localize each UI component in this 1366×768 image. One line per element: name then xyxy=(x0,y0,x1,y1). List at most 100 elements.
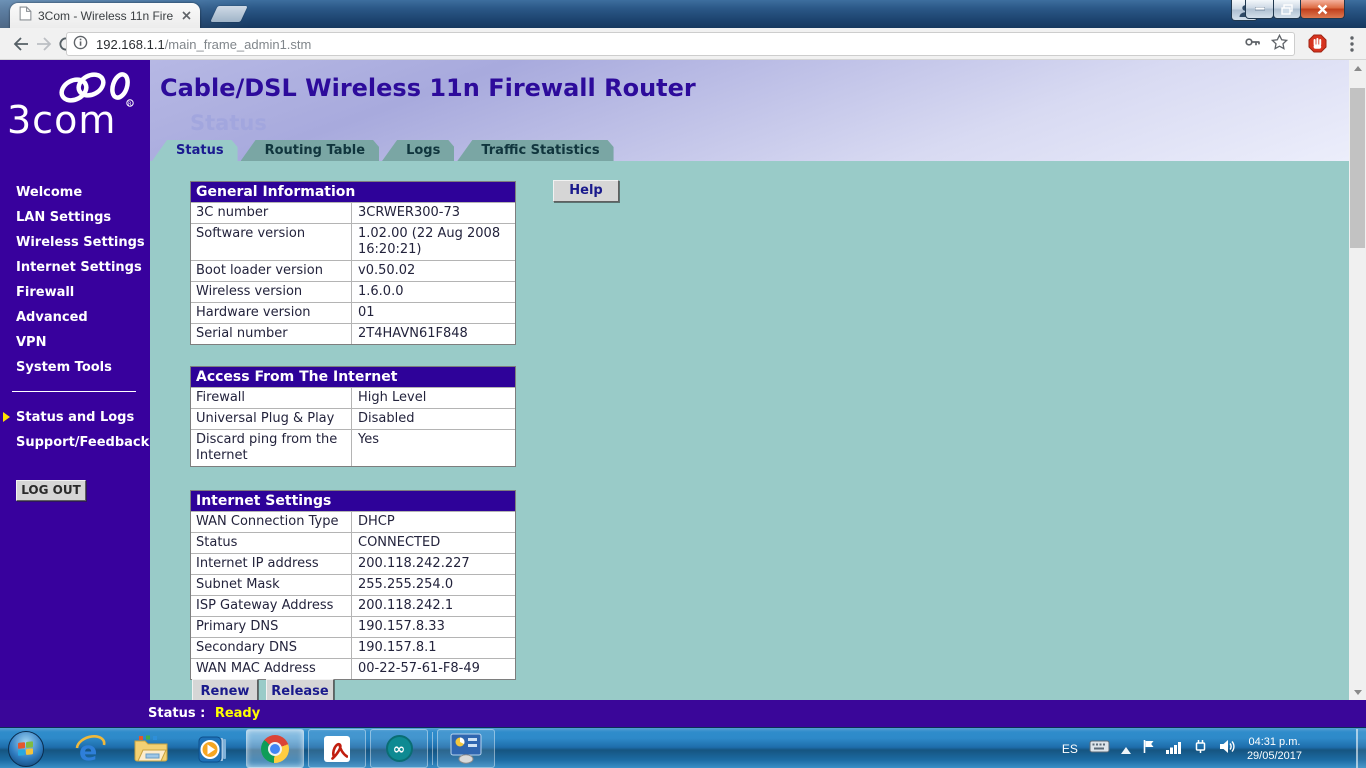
page-header: Cable/DSL Wireless 11n Firewall Router S… xyxy=(150,60,1349,161)
table-row: Internet IP address 200.118.242.227 xyxy=(191,553,515,574)
folder-icon xyxy=(133,734,169,763)
new-tab-button[interactable] xyxy=(210,6,247,22)
sidebar-nav-item[interactable]: Status and Logs xyxy=(16,405,148,430)
release-button[interactable]: Release xyxy=(266,679,334,700)
router-tab[interactable]: Traffic Statistics xyxy=(457,140,613,161)
system-utility-icon xyxy=(449,733,483,764)
table-caption: General Information xyxy=(191,182,515,202)
router-tab[interactable]: Status xyxy=(152,140,238,161)
browser-tab[interactable]: 3Com - Wireless 11n Fire xyxy=(10,3,200,28)
bookmark-star-icon[interactable] xyxy=(1271,34,1288,54)
sidebar-nav-item[interactable]: VPN xyxy=(16,330,148,355)
table-row: Secondary DNS 190.157.8.1 xyxy=(191,637,515,658)
saved-password-key-icon[interactable] xyxy=(1244,34,1261,54)
table-row: Status CONNECTED xyxy=(191,532,515,553)
taskbar-wmp-button[interactable] xyxy=(192,729,232,768)
acrobat-reader-icon xyxy=(324,736,350,762)
row-value: High Level xyxy=(352,388,515,408)
language-indicator[interactable]: ES xyxy=(1062,742,1078,756)
taskbar-clock[interactable]: 04:31 p.m. 29/05/2017 xyxy=(1247,735,1302,763)
row-value: 3CRWER300-73 xyxy=(352,203,515,223)
sidebar-nav-item[interactable]: LAN Settings xyxy=(16,205,148,230)
show-desktop-button[interactable] xyxy=(1356,729,1366,768)
address-bar[interactable]: 192.168.1.1/main_frame_admin1.stm xyxy=(66,32,1295,56)
table-row: Software version 1.02.00 (22 Aug 2008 16… xyxy=(191,223,515,260)
hidden-icons-chevron[interactable] xyxy=(1121,739,1131,758)
taskbar-acrobat-button[interactable] xyxy=(308,729,366,768)
help-button[interactable]: Help xyxy=(553,180,619,202)
window-close-button[interactable] xyxy=(1300,0,1345,19)
clock-time: 04:31 p.m. xyxy=(1247,735,1302,749)
action-center-flag-icon[interactable] xyxy=(1142,739,1155,758)
row-label: WAN MAC Address xyxy=(191,659,352,679)
taskbar-ie-button[interactable]: e xyxy=(70,729,110,768)
sidebar-nav-item[interactable]: Internet Settings xyxy=(16,255,148,280)
sidebar-nav-item[interactable]: Wireless Settings xyxy=(16,230,148,255)
row-value: 190.157.8.33 xyxy=(352,617,515,637)
internet-settings-table: Internet Settings WAN Connection Type DH… xyxy=(190,490,516,680)
row-label: ISP Gateway Address xyxy=(191,596,352,616)
row-label: Firewall xyxy=(191,388,352,408)
svg-text:e: e xyxy=(79,736,97,764)
back-icon[interactable] xyxy=(12,36,30,52)
taskbar-explorer-button[interactable] xyxy=(130,729,172,768)
volume-icon[interactable] xyxy=(1219,739,1236,758)
page-favicon-icon xyxy=(19,6,32,25)
browser-menu-icon[interactable] xyxy=(1350,36,1354,52)
table-row: WAN MAC Address 00-22-57-61-F8-49 xyxy=(191,658,515,679)
sidebar-nav-item[interactable]: Firewall xyxy=(16,280,148,305)
page-title: Cable/DSL Wireless 11n Firewall Router xyxy=(160,74,696,102)
renew-button[interactable]: Renew xyxy=(192,679,258,700)
scroll-up-icon[interactable] xyxy=(1349,60,1366,76)
row-value: Disabled xyxy=(352,409,515,429)
sidebar-nav-item[interactable]: Welcome xyxy=(16,180,148,205)
scrollbar-thumb[interactable] xyxy=(1350,88,1365,248)
page-subtitle: Status xyxy=(190,111,267,135)
svg-text:R: R xyxy=(128,102,132,108)
adblock-extension-icon[interactable] xyxy=(1308,34,1326,50)
table-row: Primary DNS 190.157.8.33 xyxy=(191,616,515,637)
router-tab[interactable]: Routing Table xyxy=(241,140,380,161)
row-label: Primary DNS xyxy=(191,617,352,637)
safely-remove-hardware-icon[interactable] xyxy=(1193,739,1208,758)
row-value: Yes xyxy=(352,430,515,466)
chrome-icon xyxy=(261,735,289,763)
scroll-down-icon[interactable] xyxy=(1349,684,1366,700)
page-info-icon[interactable] xyxy=(73,35,88,54)
logout-button[interactable]: LOG OUT xyxy=(16,480,86,501)
start-button[interactable] xyxy=(8,731,44,767)
window-minimize-button[interactable] xyxy=(1245,0,1274,19)
row-value: 190.157.8.1 xyxy=(352,638,515,658)
table-row: WAN Connection Type DHCP xyxy=(191,511,515,532)
row-value: CONNECTED xyxy=(352,533,515,553)
router-tab[interactable]: Logs xyxy=(382,140,454,161)
screen: 3Com - Wireless 11n Fire xyxy=(0,0,1366,768)
row-label: Status xyxy=(191,533,352,553)
network-signal-icon[interactable] xyxy=(1166,739,1182,758)
sidebar-divider xyxy=(12,391,136,392)
sidebar-nav-item[interactable]: Support/Feedback xyxy=(16,430,148,455)
row-label: Serial number xyxy=(191,324,352,344)
table-caption: Internet Settings xyxy=(191,491,515,511)
table-row: Universal Plug & Play Disabled xyxy=(191,408,515,429)
active-item-arrow-icon xyxy=(3,412,10,422)
keyboard-icon[interactable] xyxy=(1089,739,1110,758)
sidebar-nav-item[interactable]: Advanced xyxy=(16,305,148,330)
sidebar-nav-item[interactable]: System Tools xyxy=(16,355,148,380)
row-label: Secondary DNS xyxy=(191,638,352,658)
taskbar-chrome-button[interactable] xyxy=(246,729,304,768)
table-row: Boot loader version v0.50.02 xyxy=(191,260,515,281)
table-row: ISP Gateway Address 200.118.242.1 xyxy=(191,595,515,616)
taskbar-arduino-button[interactable]: ∞ xyxy=(370,729,428,768)
row-label: 3C number xyxy=(191,203,352,223)
page-scrollbar[interactable] xyxy=(1349,60,1366,700)
taskbar-system-utility-button[interactable] xyxy=(437,729,495,768)
internet-explorer-icon: e xyxy=(73,734,107,764)
window-maximize-button[interactable] xyxy=(1273,0,1301,19)
forward-icon[interactable] xyxy=(35,36,53,52)
tab-close-icon[interactable] xyxy=(178,8,194,24)
browser-tab-title: 3Com - Wireless 11n Fire xyxy=(38,9,176,23)
general-information-table: General Information 3C number 3CRWER300-… xyxy=(190,181,516,345)
3com-wordmark: 3com xyxy=(7,100,116,140)
browser-tab-strip: 3Com - Wireless 11n Fire xyxy=(0,0,1366,28)
